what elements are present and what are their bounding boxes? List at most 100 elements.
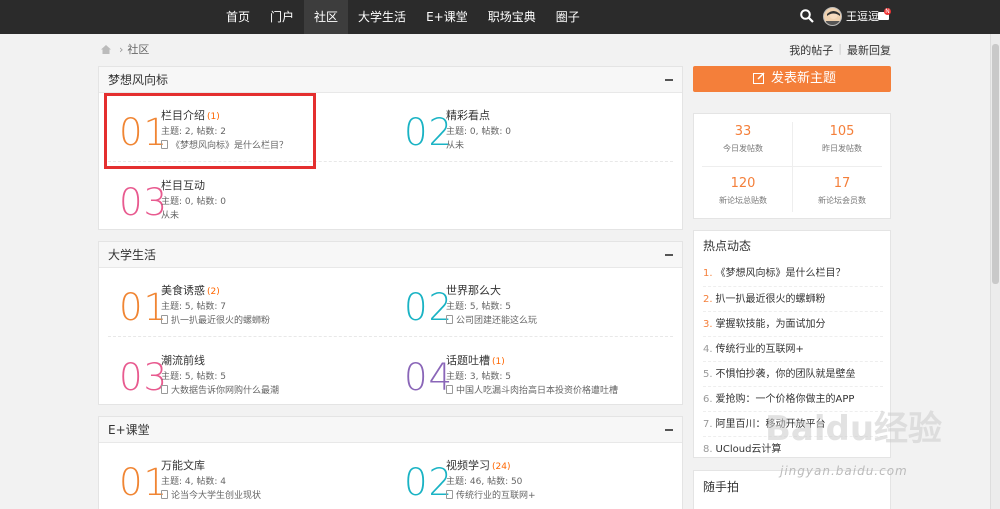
section-college-life: 大学生活 01 美食诱惑 (2) 主题: 5, 帖数: 7 扒一扒最近很火的螺蛳粉… (98, 241, 683, 405)
top-nav-bar: 首页 门户 社区 大学生活 E+课堂 职场宝典 圈子 王逗逗 N (0, 0, 1000, 34)
stat-yesterday-posts: 105 昨日发帖数 (793, 114, 891, 166)
stat-members: 17 新论坛会员数 (793, 166, 891, 218)
last-post-link[interactable]: 扒一扒最近很火的螺蛳粉 (161, 313, 270, 326)
forum-item[interactable]: 03 栏目互动 主题: 0, 帖数: 0 从未 (99, 177, 369, 241)
forum-name[interactable]: 栏目互动 (161, 177, 205, 193)
document-icon (446, 385, 453, 394)
photo-snap-title: 随手拍 (703, 480, 740, 494)
stat-total-posts: 120 新论坛总贴数 (694, 166, 792, 218)
main-nav: 首页 门户 社区 大学生活 E+课堂 职场宝典 圈子 (216, 0, 590, 34)
stat-label: 新论坛总贴数 (719, 196, 767, 205)
today-count: (1) (492, 357, 505, 367)
last-post-link[interactable]: 公司团建还能这么玩 (446, 313, 537, 326)
nav-college-life[interactable]: 大学生活 (348, 0, 416, 34)
forum-name[interactable]: 世界那么大 (446, 282, 501, 298)
document-icon (446, 315, 453, 324)
document-icon (161, 385, 168, 394)
last-post-link[interactable]: 中国人吃漏斗肉抬高日本投资价格遭吐槽 (446, 383, 618, 396)
forum-item[interactable]: 04 话题吐槽 (1) 主题: 3, 帖数: 5 中国人吃漏斗肉抬高日本投资价格遭… (384, 352, 654, 416)
document-icon (161, 315, 168, 324)
hot-topic-item[interactable]: 2. 扒一扒最近很火的螺蛳粉 (703, 286, 883, 311)
stat-label: 今日发帖数 (723, 144, 763, 153)
last-post-link[interactable]: 论当今大学生创业现状 (161, 488, 261, 501)
forum-name[interactable]: 话题吐槽 (1) (446, 352, 505, 368)
forum-stats: 主题: 46, 帖数: 50 (446, 477, 523, 487)
forum-item[interactable]: 02 视频学习 (24) 主题: 46, 帖数: 50 传统行业的互联网+ (384, 457, 654, 509)
forum-stats: 主题: 5, 帖数: 7 (161, 302, 226, 312)
site-stats: 33 今日发帖数 105 昨日发帖数 120 新论坛总贴数 17 新论坛会员数 (693, 113, 891, 219)
section-eclass: E+课堂 01 万能文库 主题: 4, 帖数: 4 论当今大学生创业现状 02 … (98, 416, 683, 509)
forum-name[interactable]: 万能文库 (161, 457, 205, 473)
collapse-button[interactable] (665, 79, 673, 81)
nav-eclass[interactable]: E+课堂 (416, 0, 478, 34)
section-header: 梦想风向标 (99, 67, 682, 93)
today-count: (24) (492, 462, 511, 472)
stat-value: 105 (829, 124, 855, 139)
home-icon[interactable] (101, 44, 111, 54)
breadcrumb-separator: › (119, 42, 124, 56)
breadcrumb-current[interactable]: 社区 (127, 41, 149, 57)
edit-icon (753, 72, 765, 84)
section-title: 梦想风向标 (108, 73, 169, 87)
document-icon (161, 490, 168, 499)
highlight-box (104, 93, 316, 169)
last-post-link[interactable]: 传统行业的互联网+ (446, 488, 536, 501)
last-post-text: 从未 (161, 211, 180, 221)
new-topic-label: 发表新主题 (771, 71, 837, 86)
stat-value: 33 (734, 124, 752, 139)
username[interactable]: 王逗逗 (846, 0, 879, 34)
nav-career[interactable]: 职场宝典 (478, 0, 546, 34)
link-separator: | (838, 42, 842, 55)
forum-stats: 主题: 0, 帖数: 0 (446, 127, 511, 137)
forum-item[interactable]: 03 潮流前线 主题: 5, 帖数: 5 大数据告诉你网购什么最潮 (99, 352, 369, 416)
scrollbar-thumb[interactable] (992, 44, 999, 284)
collapse-button[interactable] (665, 254, 673, 256)
latest-replies-link[interactable]: 最新回复 (847, 42, 891, 58)
mail-badge: N (884, 8, 891, 15)
hot-topic-item[interactable]: 1. 《梦想风向标》是什么栏目？ (703, 261, 883, 286)
svg-text:Baidu经验: Baidu经验 (765, 409, 942, 449)
forum-stats: 主题: 5, 帖数: 5 (446, 302, 511, 312)
avatar[interactable] (823, 7, 842, 26)
hot-topic-item[interactable]: 5. 不惧怕抄袭，你的团队就是壁垒 (703, 361, 883, 386)
baidu-jingyan-watermark: Baidu经验 (765, 409, 942, 449)
forum-stats: 主题: 3, 帖数: 5 (446, 372, 511, 382)
page-scrollbar[interactable] (990, 34, 1000, 509)
hot-topic-item[interactable]: 4. 传统行业的互联网+ (703, 336, 883, 361)
nav-portal[interactable]: 门户 (260, 0, 304, 34)
nav-home[interactable]: 首页 (216, 0, 260, 34)
stat-today-posts: 33 今日发帖数 (694, 114, 792, 166)
stat-value: 17 (833, 176, 851, 191)
section-title: E+课堂 (108, 423, 150, 437)
document-icon (446, 490, 453, 499)
stat-value: 120 (730, 176, 756, 191)
nav-community[interactable]: 社区 (304, 0, 349, 34)
today-count: (2) (207, 287, 220, 297)
watermark-url: jingyan.baidu.com (780, 464, 908, 478)
hot-topics-title: 热点动态 (703, 239, 752, 253)
stat-label: 昨日发帖数 (822, 144, 862, 153)
forum-name[interactable]: 美食诱惑 (2) (161, 282, 220, 298)
last-post-text: 从未 (446, 141, 465, 151)
forum-name[interactable]: 精彩看点 (446, 107, 490, 123)
forum-stats: 主题: 5, 帖数: 5 (161, 372, 226, 382)
collapse-button[interactable] (665, 429, 673, 431)
forum-name[interactable]: 潮流前线 (161, 352, 205, 368)
forum-stats: 主题: 4, 帖数: 4 (161, 477, 226, 487)
forum-name[interactable]: 视频学习 (24) (446, 457, 510, 473)
last-post-link[interactable]: 大数据告诉你网购什么最潮 (161, 383, 279, 396)
my-posts-link[interactable]: 我的帖子 (789, 42, 833, 58)
row-divider (108, 336, 673, 337)
search-icon[interactable] (800, 9, 814, 23)
nav-circles[interactable]: 圈子 (546, 0, 590, 34)
breadcrumb: › 社区 (101, 42, 149, 56)
hot-topic-item[interactable]: 3. 掌握软技能，为面试加分 (703, 311, 883, 336)
stat-label: 新论坛会员数 (818, 196, 866, 205)
section-title: 大学生活 (108, 248, 157, 262)
new-topic-button[interactable]: 发表新主题 (693, 66, 891, 92)
top-links: 我的帖子 | 最新回复 (789, 42, 891, 58)
forum-item[interactable]: 01 万能文库 主题: 4, 帖数: 4 论当今大学生创业现状 (99, 457, 369, 509)
forum-stats: 主题: 0, 帖数: 0 (161, 197, 226, 207)
section-header: 大学生活 (99, 242, 682, 268)
section-header: E+课堂 (99, 417, 682, 443)
